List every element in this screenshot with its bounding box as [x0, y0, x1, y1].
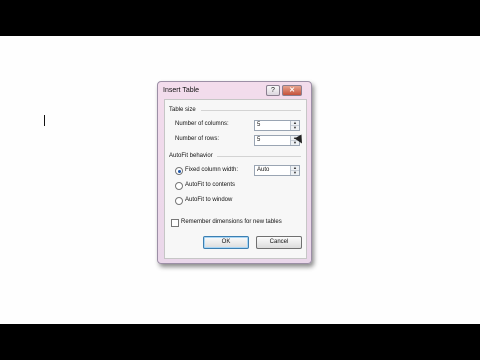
ok-button[interactable]: OK: [203, 236, 249, 249]
columns-spinner[interactable]: 5 ▲ ▼: [254, 120, 300, 131]
spin-buttons: ▲ ▼: [290, 121, 299, 130]
group-divider: [201, 110, 301, 111]
spin-down-icon[interactable]: ▼: [291, 171, 299, 175]
spin-buttons: ▲ ▼: [290, 166, 299, 175]
close-button[interactable]: ✕: [282, 85, 302, 96]
dialog-body: Table size Number of columns: 5 ▲ ▼ Numb…: [164, 99, 307, 259]
fixed-width-spinner[interactable]: Auto ▲ ▼: [254, 165, 300, 176]
spin-down-icon[interactable]: ▼: [291, 126, 299, 130]
autofit-window-radio[interactable]: [175, 197, 183, 205]
rows-value: 5: [257, 137, 261, 143]
fixed-width-radio[interactable]: [175, 167, 183, 175]
autofit-contents-radio[interactable]: [175, 182, 183, 190]
rows-label: Number of rows:: [175, 136, 220, 142]
letterbox-bottom: [0, 324, 480, 360]
fixed-width-value: Auto: [257, 167, 270, 173]
group-divider: [217, 156, 301, 157]
insert-table-dialog: Insert Table ? ✕ Table size Number of co…: [157, 81, 312, 264]
table-size-heading: Table size: [169, 107, 196, 113]
dialog-title: Insert Table: [163, 87, 200, 94]
columns-value: 5: [257, 122, 261, 128]
autofit-heading: AutoFit behavior: [169, 153, 213, 159]
autofit-contents-label[interactable]: AutoFit to contents: [185, 182, 235, 188]
remember-checkbox[interactable]: [171, 219, 179, 227]
text-caret: [44, 115, 45, 126]
help-button[interactable]: ?: [266, 85, 280, 96]
columns-label: Number of columns:: [175, 121, 229, 127]
remember-label[interactable]: Remember dimensions for new tables: [181, 219, 282, 225]
fixed-width-label[interactable]: Fixed column width:: [185, 167, 238, 173]
autofit-window-label[interactable]: AutoFit to window: [185, 197, 232, 203]
letterbox-top: [0, 0, 480, 36]
cancel-button[interactable]: Cancel: [256, 236, 302, 249]
rows-spinner[interactable]: 5 ▲ ▼: [254, 135, 300, 146]
